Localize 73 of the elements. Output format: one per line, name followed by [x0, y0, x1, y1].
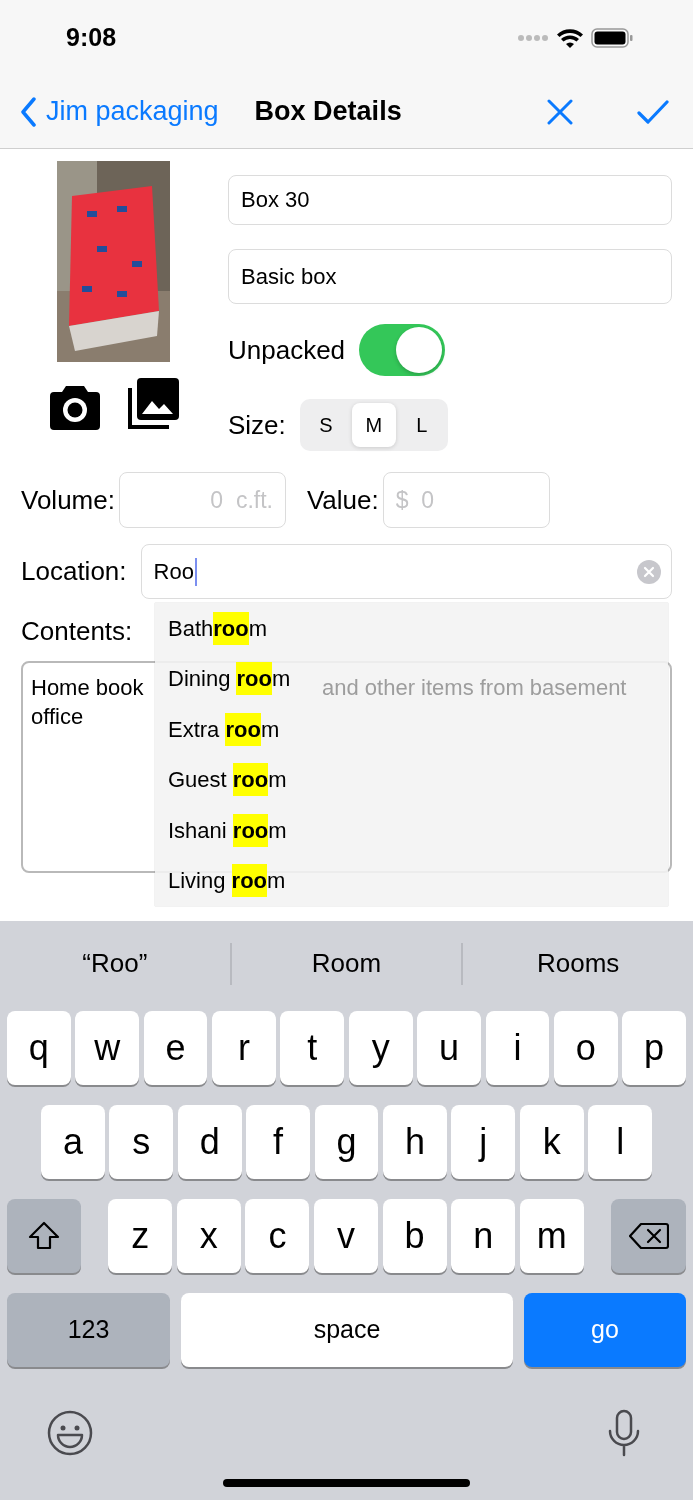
camera-icon[interactable]: [50, 386, 100, 430]
signal-icon: [517, 33, 549, 42]
back-button[interactable]: Jim packaging: [20, 91, 219, 132]
keyboard-key[interactable]: r: [212, 1011, 276, 1085]
keyboard-key[interactable]: w: [75, 1011, 140, 1085]
go-key[interactable]: go: [524, 1293, 686, 1367]
keyboard-key[interactable]: e: [143, 1011, 208, 1085]
field-label: Value:: [306, 483, 379, 517]
field-label: Size:: [228, 408, 286, 442]
keyboard-key[interactable]: y: [348, 1011, 413, 1085]
screen-title: Box Details: [254, 95, 402, 129]
suggestion-item[interactable]: Extra room: [164, 704, 284, 755]
prediction-item[interactable]: Room: [231, 942, 462, 985]
suggestion-item[interactable]: Living room: [164, 855, 290, 906]
contents-text: office: [31, 703, 84, 731]
volume-field[interactable]: 0 c.ft.: [118, 472, 286, 528]
emoji-icon[interactable]: [47, 1410, 93, 1456]
prediction-item[interactable]: “Roo”: [0, 942, 230, 985]
keyboard-key[interactable]: p: [622, 1011, 686, 1085]
keyboard-key[interactable]: n: [451, 1199, 516, 1273]
segment-tab[interactable]: M: [351, 403, 396, 447]
value-field[interactable]: $ 0: [382, 472, 550, 528]
keyboard-key[interactable]: d: [177, 1105, 242, 1179]
keyboard-key[interactable]: h: [383, 1105, 447, 1179]
keyboard-key[interactable]: m: [519, 1199, 584, 1273]
name-field[interactable]: Box 30: [228, 175, 672, 225]
keyboard-key[interactable]: a: [41, 1105, 105, 1179]
segment-tab[interactable]: L: [399, 403, 444, 447]
field-label: Volume:: [21, 483, 115, 517]
keyboard-key[interactable]: t: [280, 1011, 345, 1085]
keyboard-key[interactable]: k: [519, 1105, 584, 1179]
prediction-item[interactable]: Rooms: [463, 942, 693, 985]
suggestion-item[interactable]: Bathroom: [164, 603, 272, 654]
shift-key[interactable]: [7, 1199, 81, 1273]
keyboard-key[interactable]: s: [109, 1105, 174, 1179]
field-label: Location:: [21, 555, 127, 588]
description-field[interactable]: Basic box: [228, 249, 672, 304]
toggle-label: Unpacked: [228, 333, 346, 367]
space-key[interactable]: space: [181, 1293, 513, 1367]
suggestion-item[interactable]: Ishani room: [164, 805, 291, 856]
backspace-icon: [628, 1222, 669, 1250]
keyboard-key[interactable]: u: [417, 1011, 481, 1085]
wifi-icon: [557, 27, 583, 48]
contents-text: and other items from basement: [322, 674, 627, 702]
keyboard-key[interactable]: b: [382, 1199, 447, 1273]
contents-text: Home book: [31, 674, 144, 702]
keyboard-key[interactable]: i: [485, 1011, 550, 1085]
keyboard-key[interactable]: g: [314, 1105, 379, 1179]
photo-gallery-icon[interactable]: [127, 378, 179, 430]
keyboard-key[interactable]: l: [588, 1105, 653, 1179]
keyboard-key[interactable]: q: [7, 1011, 71, 1085]
suggestion-item[interactable]: Dining room: [164, 653, 295, 704]
keyboard-key[interactable]: f: [246, 1105, 311, 1179]
keyboard-key[interactable]: j: [451, 1105, 516, 1179]
keyboard-key[interactable]: x: [176, 1199, 241, 1273]
battery-icon: [591, 27, 633, 48]
close-icon[interactable]: [547, 98, 573, 125]
location-field[interactable]: Roo: [140, 544, 672, 599]
suggestion-item[interactable]: Guest room: [164, 754, 291, 805]
microphone-icon[interactable]: [607, 1409, 641, 1457]
keyboard-key[interactable]: z: [108, 1199, 173, 1273]
chevron-left-icon: [20, 96, 36, 127]
segment-tab[interactable]: S: [303, 403, 348, 447]
field-label: Contents:: [21, 615, 133, 648]
keyboard-key[interactable]: c: [245, 1199, 310, 1273]
shift-icon: [28, 1221, 60, 1251]
clock-time: 9:08: [66, 21, 117, 53]
checkmark-icon[interactable]: [637, 99, 669, 124]
keyboard-key[interactable]: o: [553, 1011, 618, 1085]
keyboard-key[interactable]: v: [314, 1199, 378, 1273]
toggle-switch[interactable]: [359, 324, 446, 376]
delete-key[interactable]: [611, 1199, 686, 1273]
numbers-key[interactable]: 123: [7, 1293, 170, 1367]
